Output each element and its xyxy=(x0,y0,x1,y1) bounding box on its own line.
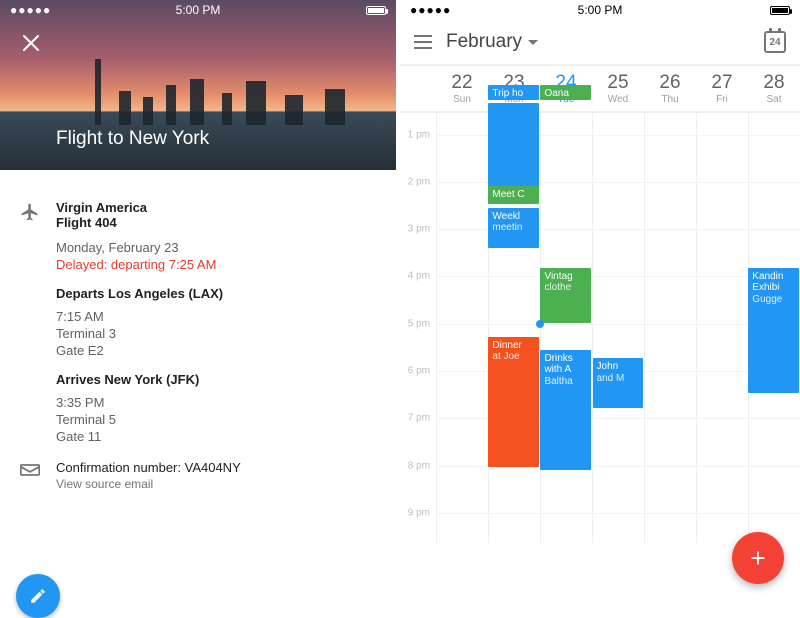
plus-icon xyxy=(747,547,769,569)
signal-dots: ●●●●● xyxy=(10,3,51,17)
day-col-sat[interactable]: 28Sat xyxy=(748,66,800,111)
calendar-header: February 24 xyxy=(400,20,800,64)
event-title: Flight to New York xyxy=(56,128,209,150)
signal-dots: ●●●●● xyxy=(410,3,451,17)
hour-label: 7 pm xyxy=(408,413,430,424)
arrive-time: 3:35 PM xyxy=(56,395,376,410)
hour-label: 4 pm xyxy=(408,271,430,282)
arrives-heading: Arrives New York (JFK) xyxy=(56,372,376,387)
airplane-icon xyxy=(20,200,56,444)
close-button[interactable] xyxy=(18,30,44,56)
event-vintage[interactable]: Vintagclothe xyxy=(540,268,591,323)
month-label: February xyxy=(446,31,522,53)
event-detail-pane: ●●●●● 5:00 PM Flight to New York xyxy=(0,0,400,600)
day-col-fri[interactable]: 27Fri xyxy=(696,66,748,111)
arrive-terminal: Terminal 5 xyxy=(56,412,376,427)
hour-labels: 1 pm 2 pm 3 pm 4 pm 5 pm 6 pm 7 pm 8 pm … xyxy=(400,113,436,543)
hour-label: 6 pm xyxy=(408,366,430,377)
now-indicator xyxy=(536,320,544,328)
calendar-pane: ●●●●● 5:00 PM February 24 22Sun 23Mon 24… xyxy=(400,0,800,600)
delay-alert: Delayed: departing 7:25 AM xyxy=(56,257,376,272)
event-weekly[interactable]: Weeklmeetin xyxy=(488,208,539,248)
status-time: 5:00 PM xyxy=(578,3,623,17)
close-icon xyxy=(22,34,40,52)
day-col-thu[interactable]: 26Thu xyxy=(644,66,696,111)
event-drinks[interactable]: Drinkswith ABaltha xyxy=(540,350,591,470)
hour-label: 3 pm xyxy=(408,224,430,235)
depart-time: 7:15 AM xyxy=(56,309,376,324)
event-hero: ●●●●● 5:00 PM Flight to New York xyxy=(0,0,396,170)
event-oana[interactable]: Oana xyxy=(540,85,591,100)
add-event-button[interactable] xyxy=(732,532,784,584)
pencil-icon xyxy=(29,587,47,605)
airline-name: Virgin America xyxy=(56,200,376,215)
hour-label: 2 pm xyxy=(408,176,430,187)
arrive-gate: Gate 11 xyxy=(56,429,376,444)
email-icon xyxy=(20,460,56,491)
hour-label: 1 pm xyxy=(408,129,430,140)
month-picker[interactable]: February xyxy=(446,31,538,53)
hour-label: 9 pm xyxy=(408,507,430,518)
event-grid: Trip ho Oana Meet C Weeklmeetin Dinnerat… xyxy=(436,113,800,543)
confirmation-number: Confirmation number: VA404NY xyxy=(56,460,376,475)
depart-terminal: Terminal 3 xyxy=(56,326,376,341)
status-time: 5:00 PM xyxy=(176,3,221,17)
event-kandinsky[interactable]: KandinExhibiGugge xyxy=(748,268,799,393)
status-bar: ●●●●● 5:00 PM xyxy=(400,0,800,20)
flight-number: Flight 404 xyxy=(56,215,376,230)
flight-date: Monday, February 23 xyxy=(56,240,376,255)
view-source-email-link[interactable]: View source email xyxy=(56,477,376,491)
depart-gate: Gate E2 xyxy=(56,343,376,358)
calendar-grid[interactable]: 1 pm 2 pm 3 pm 4 pm 5 pm 6 pm 7 pm 8 pm … xyxy=(400,113,800,543)
today-button[interactable]: 24 xyxy=(764,31,786,53)
event-details: Virgin America Flight 404 Monday, Februa… xyxy=(0,170,396,517)
event-mon-block[interactable] xyxy=(488,103,539,188)
today-date: 24 xyxy=(769,37,780,48)
battery-icon xyxy=(366,6,386,15)
event-meet[interactable]: Meet C xyxy=(488,186,539,204)
departs-heading: Departs Los Angeles (LAX) xyxy=(56,286,376,301)
event-john[interactable]: Johnand M xyxy=(593,358,644,408)
chevron-down-icon xyxy=(528,40,538,45)
battery-icon xyxy=(770,6,790,15)
hour-label: 5 pm xyxy=(408,318,430,329)
event-dinner[interactable]: Dinnerat Joe xyxy=(488,337,539,467)
edit-button[interactable] xyxy=(16,574,60,618)
event-trip[interactable]: Trip ho xyxy=(488,85,539,100)
day-col-wed[interactable]: 25Wed xyxy=(592,66,644,111)
day-headers: 22Sun 23Mon 24Tue 25Wed 26Thu 27Fri 28Sa… xyxy=(400,66,800,113)
skyline-illustration xyxy=(0,65,396,125)
menu-button[interactable] xyxy=(414,35,432,49)
day-col-sun[interactable]: 22Sun xyxy=(436,66,488,111)
status-bar: ●●●●● 5:00 PM xyxy=(0,0,396,20)
hour-label: 8 pm xyxy=(408,460,430,471)
